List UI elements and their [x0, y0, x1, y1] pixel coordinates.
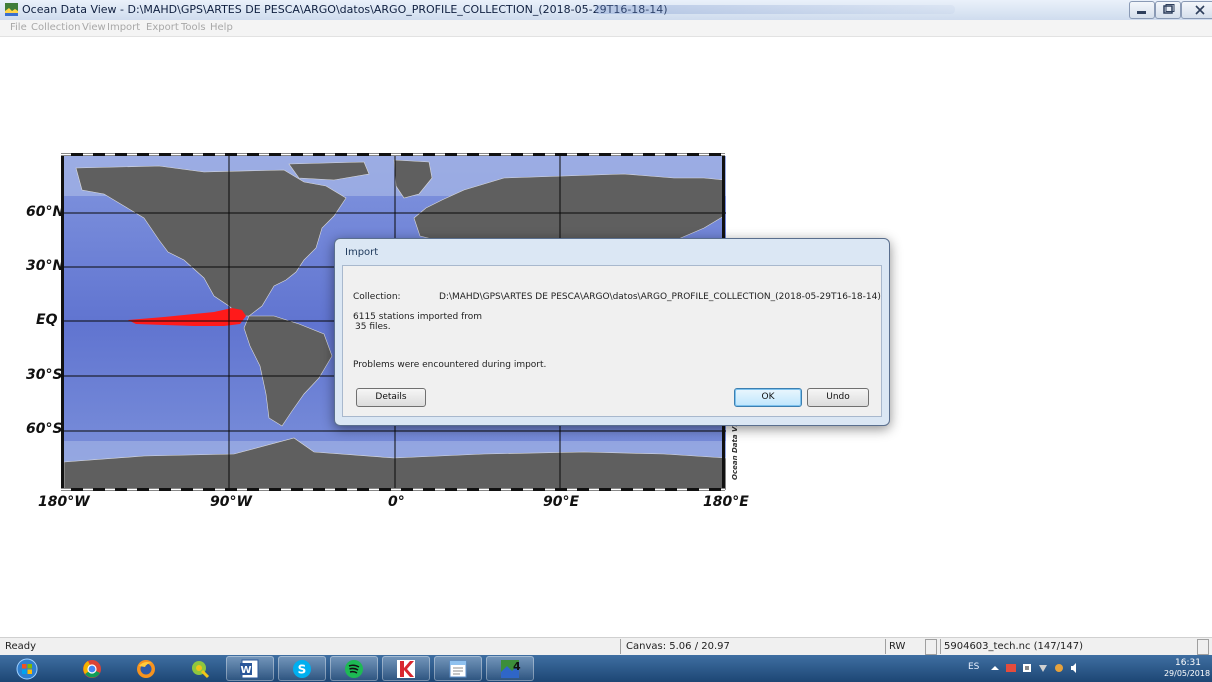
close-icon — [1195, 5, 1205, 15]
collection-label: Collection: — [353, 292, 401, 302]
menu-view[interactable]: View — [82, 22, 106, 33]
taskbar-chrome[interactable] — [68, 656, 116, 681]
status-separator — [620, 639, 621, 654]
lat-label-30n: 30°N — [26, 258, 65, 274]
lat-label-60s: 60°S — [26, 421, 63, 437]
window-title: Ocean Data View - D:\MAHD\GPS\ARTES DE P… — [22, 3, 668, 16]
title-bar-blur — [595, 5, 955, 14]
window-title-bar[interactable]: Ocean Data View - D:\MAHD\GPS\ARTES DE P… — [0, 0, 1212, 21]
update-tray-icon[interactable] — [1054, 663, 1064, 673]
flag-tray-icon[interactable] — [1022, 663, 1032, 673]
lon-label-0: 0° — [388, 494, 405, 510]
taskbar-qgis[interactable] — [176, 656, 224, 681]
summary-line-2: 35 files. — [355, 322, 391, 332]
menu-tools[interactable]: Tools — [181, 22, 206, 33]
skype-icon: S — [293, 660, 311, 678]
lon-label-90e: 90°E — [543, 494, 580, 510]
clock-time[interactable]: 16:31 — [1168, 658, 1208, 668]
language-indicator[interactable]: ES — [968, 662, 979, 672]
taskbar-kaspersky[interactable] — [382, 656, 430, 681]
svg-text:S: S — [298, 663, 307, 677]
minimize-icon — [1137, 11, 1146, 14]
lat-label-30s: 30°S — [26, 367, 63, 383]
restore-icon — [1163, 4, 1175, 14]
volume-icon[interactable] — [1070, 663, 1080, 673]
network-tray-icon[interactable] — [1006, 663, 1016, 673]
status-file: 5904603_tech.nc (147/147) — [944, 641, 1083, 652]
security-tray-icon[interactable] — [1038, 663, 1048, 673]
spotify-icon — [345, 660, 363, 678]
undo-button[interactable]: Undo — [807, 388, 869, 407]
lat-label-60n: 60°N — [26, 204, 65, 220]
dialog-body: Collection: D:\MAHD\GPS\ARTES DE PESCA\A… — [342, 265, 882, 417]
show-hidden-icons-icon[interactable] — [990, 663, 1000, 673]
lon-label-180e: 180°E — [703, 494, 749, 510]
close-button[interactable] — [1181, 1, 1212, 19]
menu-file[interactable]: File — [10, 22, 27, 33]
status-empty-box — [925, 639, 937, 655]
status-bar: Ready Canvas: 5.06 / 20.97 RW 5904603_te… — [0, 637, 1212, 656]
kaspersky-icon — [397, 660, 415, 678]
menu-import[interactable]: Import — [107, 22, 140, 33]
status-separator — [885, 639, 886, 654]
svg-text:W: W — [240, 665, 251, 676]
status-separator — [940, 639, 941, 654]
ok-button[interactable]: OK — [734, 388, 802, 407]
word-icon: W — [240, 659, 259, 679]
summary-line-1: 6115 stations imported from — [353, 312, 483, 322]
taskbar-firefox[interactable] — [122, 656, 170, 681]
details-button[interactable]: Details — [356, 388, 426, 407]
status-empty-box — [1197, 639, 1209, 655]
firefox-icon — [137, 660, 155, 678]
taskbar-spotify[interactable] — [330, 656, 378, 681]
dialog-title: Import — [345, 247, 379, 258]
taskbar-word[interactable]: W — [226, 656, 274, 681]
taskbar-skype[interactable]: S — [278, 656, 326, 681]
problems-message: Problems were encountered during import. — [353, 360, 547, 370]
maximize-button[interactable] — [1155, 1, 1181, 19]
minimize-button[interactable] — [1129, 1, 1155, 19]
map-watermark: Ocean Data View — [731, 413, 739, 480]
qgis-icon — [192, 661, 210, 679]
clock-date[interactable]: 29/05/2018 — [1162, 669, 1212, 678]
menu-export[interactable]: Export — [146, 22, 179, 33]
notepad-icon — [449, 660, 467, 678]
taskbar-ocean-data-view[interactable]: 4 — [486, 656, 534, 681]
chrome-icon — [83, 660, 101, 678]
menu-help[interactable]: Help — [210, 22, 233, 33]
status-mode: RW — [889, 641, 906, 652]
status-ready: Ready — [5, 641, 37, 652]
menu-bar: File Collection View Import Export Tools… — [0, 20, 1212, 37]
import-dialog[interactable]: Import Collection: D:\MAHD\GPS\ARTES DE … — [334, 238, 890, 426]
collection-path: D:\MAHD\GPS\ARTES DE PESCA\ARGO\datos\AR… — [439, 292, 881, 302]
lat-label-eq: EQ — [36, 312, 58, 328]
lon-label-90w: 90°W — [210, 494, 252, 510]
menu-collection[interactable]: Collection — [31, 22, 80, 33]
windows-start-icon — [16, 658, 38, 680]
taskbar: W S 4 ES 16:31 29/05/2018 — [0, 655, 1212, 682]
status-canvas: Canvas: 5.06 / 20.97 — [626, 641, 730, 652]
ocean-data-view-icon: 4 — [501, 660, 521, 678]
lon-label-180w: 180°W — [38, 494, 90, 510]
svg-text:4: 4 — [513, 660, 521, 673]
taskbar-notepad[interactable] — [434, 656, 482, 681]
ocean-data-view-app-icon — [5, 3, 18, 16]
start-button[interactable] — [8, 656, 48, 681]
